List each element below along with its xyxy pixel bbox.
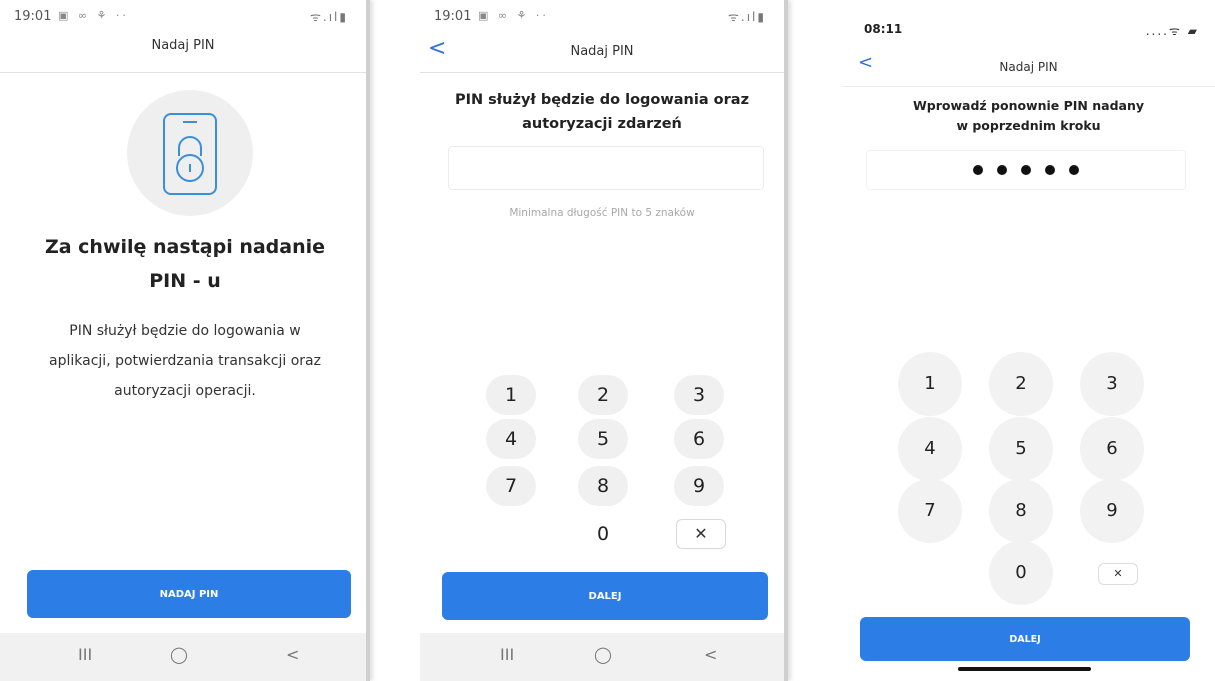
page-title: Nadaj PIN: [999, 60, 1058, 74]
home-icon[interactable]: ◯: [170, 645, 188, 664]
key-8[interactable]: 8: [578, 466, 628, 506]
confirm-heading-line-2: w poprzednim kroku: [956, 118, 1101, 133]
divider: [420, 72, 784, 73]
key-5[interactable]: 5: [989, 417, 1053, 481]
status-signal-icons: ....ᯤ ▰: [1145, 24, 1199, 38]
key-1[interactable]: 1: [898, 352, 962, 416]
status-time: 19:01: [14, 9, 52, 24]
key-9[interactable]: 9: [1080, 479, 1144, 543]
title-bar: < Nadaj PIN: [842, 52, 1215, 94]
intro-description: PIN służył będzie do logowania w aplikac…: [49, 323, 321, 399]
pin-hint: Minimalna długość PIN to 5 znaków: [509, 207, 695, 219]
phone-lock-icon: [127, 90, 253, 216]
pin-heading: PIN służył będzie do logowania oraz auto…: [454, 92, 750, 132]
key-6[interactable]: 6: [1080, 417, 1144, 481]
back-icon[interactable]: <: [286, 645, 299, 664]
key-4[interactable]: 4: [486, 419, 536, 459]
page-title: Nadaj PIN: [151, 38, 215, 53]
status-signal-icons: ᯤ.ıl▮: [309, 10, 348, 24]
key-4[interactable]: 4: [898, 417, 962, 481]
home-icon[interactable]: ◯: [594, 645, 612, 664]
status-bar: 19:01 ▣ ∞ ⚘ ·· ᯤ.ıl▮: [0, 0, 366, 30]
confirm-heading-line-1: Wprowadź ponownie PIN nadany: [912, 98, 1145, 113]
status-bar: 19:01 ▣ ∞ ⚘ ·· ᯤ.ıl▮: [420, 0, 784, 30]
status-signal-icons: ᯤ.ıl▮: [727, 10, 766, 24]
key-2[interactable]: 2: [989, 352, 1053, 416]
divider: [842, 86, 1215, 87]
confirm-heading: Wprowadź ponownie PIN nadany w poprzedni…: [842, 96, 1215, 136]
back-icon[interactable]: <: [704, 645, 717, 664]
pin-dot: [973, 165, 983, 175]
recent-apps-icon[interactable]: III: [78, 645, 92, 664]
home-indicator[interactable]: [958, 667, 1091, 671]
key-8[interactable]: 8: [989, 479, 1053, 543]
key-7[interactable]: 7: [486, 466, 536, 506]
key-1[interactable]: 1: [486, 375, 536, 415]
pin-dot: [1069, 165, 1079, 175]
next-button[interactable]: DALEJ: [442, 572, 768, 620]
status-time: 08:11: [864, 22, 903, 36]
chevron-left-icon[interactable]: <: [858, 52, 873, 73]
key-3[interactable]: 3: [674, 375, 724, 415]
status-time: 19:01: [434, 9, 472, 24]
pin-dot: [997, 165, 1007, 175]
android-nav-bar: III ◯ <: [420, 633, 784, 681]
intro-heading: Za chwilę nastąpi nadanie PIN - u: [44, 236, 326, 292]
key-9[interactable]: 9: [674, 466, 724, 506]
key-0[interactable]: 0: [989, 541, 1053, 605]
next-button[interactable]: DALEJ: [860, 617, 1190, 661]
phone-screen-enter-pin: 19:01 ▣ ∞ ⚘ ·· ᯤ.ıl▮ < Nadaj PIN PIN słu…: [420, 0, 788, 681]
phone-screen-confirm-pin: 08:11 ....ᯤ ▰ < Nadaj PIN Wprowadź ponow…: [842, 0, 1215, 681]
android-nav-bar: III ◯ <: [0, 633, 366, 681]
key-2[interactable]: 2: [578, 375, 628, 415]
title-bar: Nadaj PIN: [0, 38, 366, 72]
divider: [0, 72, 366, 73]
status-notification-icons: ▣ ∞ ⚘ ··: [58, 9, 129, 22]
pin-dot: [1045, 165, 1055, 175]
set-pin-button[interactable]: NADAJ PIN: [27, 570, 351, 618]
chevron-left-icon[interactable]: <: [428, 36, 446, 61]
key-7[interactable]: 7: [898, 479, 962, 543]
delete-key[interactable]: ✕: [1098, 563, 1138, 585]
pin-dot: [1021, 165, 1031, 175]
page-title: Nadaj PIN: [570, 44, 634, 59]
key-3[interactable]: 3: [1080, 352, 1144, 416]
status-bar: 08:11 ....ᯤ ▰: [842, 0, 1215, 38]
recent-apps-icon[interactable]: III: [500, 645, 514, 664]
key-0[interactable]: 0: [578, 514, 628, 554]
status-notification-icons: ▣ ∞ ⚘ ··: [478, 9, 549, 22]
delete-key[interactable]: ✕: [676, 519, 726, 549]
pin-input[interactable]: [448, 146, 764, 190]
phone-screen-intro: 19:01 ▣ ∞ ⚘ ·· ᯤ.ıl▮ Nadaj PIN Za chwilę…: [0, 0, 370, 681]
pin-dots-field[interactable]: [866, 150, 1186, 190]
key-5[interactable]: 5: [578, 419, 628, 459]
key-6[interactable]: 6: [674, 419, 724, 459]
